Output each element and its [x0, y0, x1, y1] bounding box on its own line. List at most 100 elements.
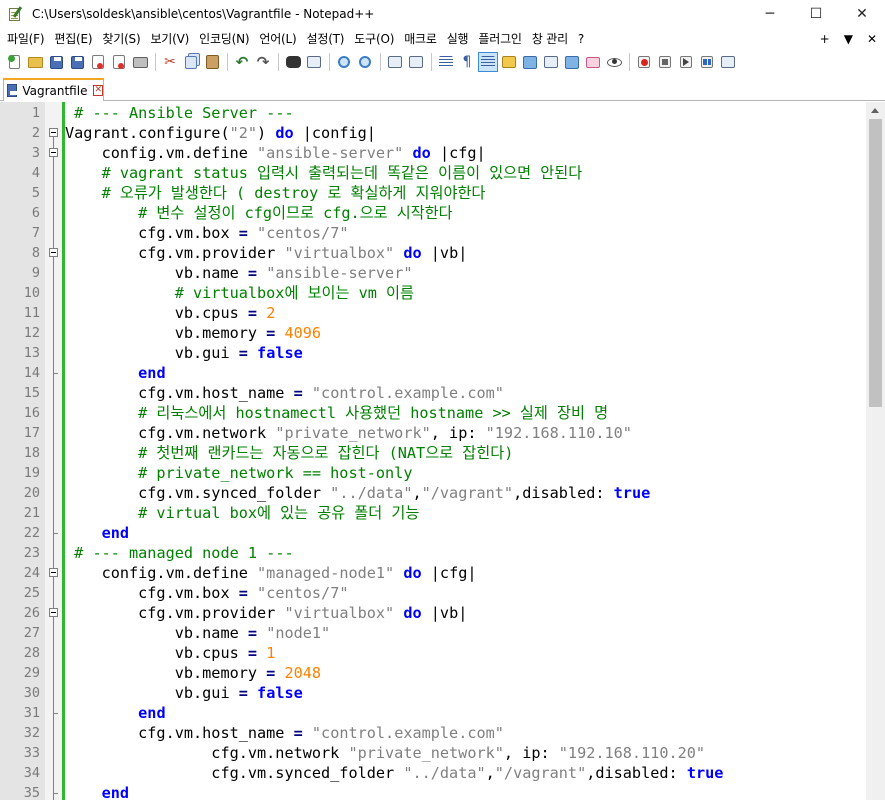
redo-button[interactable]: ↷	[253, 52, 273, 72]
macro-record-button[interactable]	[634, 52, 654, 72]
code-line[interactable]: cfg.vm.network "private_network", ip: "1…	[65, 743, 866, 763]
code-line[interactable]: vb.name = "node1"	[65, 623, 866, 643]
code-line[interactable]: end	[65, 783, 866, 800]
close-file-button[interactable]	[88, 52, 108, 72]
code-line[interactable]: cfg.vm.box = "centos/7"	[65, 583, 866, 603]
monitoring-button[interactable]	[604, 52, 624, 72]
code-line[interactable]: cfg.vm.host_name = "control.example.com"	[65, 723, 866, 743]
code-line[interactable]: # 리눅스에서 hostnamectl 사용했던 hostname >> 실제 …	[65, 403, 866, 423]
save-all-button[interactable]	[67, 52, 87, 72]
doc-map-button[interactable]	[520, 52, 540, 72]
replace-button[interactable]	[304, 52, 324, 72]
code-line[interactable]: vb.memory = 2048	[65, 663, 866, 683]
word-wrap-button[interactable]	[436, 52, 456, 72]
code-line[interactable]: # --- managed node 1 ---	[65, 543, 866, 563]
function-list-button[interactable]	[562, 52, 582, 72]
udl-button[interactable]	[499, 52, 519, 72]
show-all-chars-button[interactable]: ¶	[457, 52, 477, 72]
menu-help[interactable]: ?	[573, 29, 589, 49]
menu-file[interactable]: 파일(F)	[0, 29, 49, 49]
open-file-button[interactable]	[25, 52, 45, 72]
code-line[interactable]: config.vm.define "managed-node1" do |cfg…	[65, 563, 866, 583]
fold-toggle[interactable]	[49, 563, 58, 583]
scrollbar-thumb[interactable]	[869, 119, 882, 407]
code-line[interactable]: config.vm.define "ansible-server" do |cf…	[65, 143, 866, 163]
macro-run-multiple-button[interactable]	[697, 52, 717, 72]
zoom-out-button[interactable]	[355, 52, 375, 72]
code-line[interactable]: vb.gui = false	[65, 683, 866, 703]
code-line[interactable]: vb.name = "ansible-server"	[65, 263, 866, 283]
editor[interactable]: 1 2 3 4 5 6 7 8 9 10 11 12 13 14 15 16 17 18 19 20 21 22 23 24 2…	[0, 102, 885, 800]
code-line[interactable]: cfg.vm.network "private_network", ip: "1…	[65, 423, 866, 443]
code-line[interactable]: end	[65, 363, 866, 383]
paste-button[interactable]	[202, 52, 222, 72]
code-line[interactable]: end	[65, 703, 866, 723]
vertical-scrollbar[interactable]	[866, 102, 885, 800]
code-line[interactable]: vb.cpus = 1	[65, 643, 866, 663]
fold-toggle[interactable]	[49, 143, 58, 163]
print-button[interactable]	[130, 52, 150, 72]
menu-tab-list-button[interactable]: ▼	[844, 32, 853, 46]
code-line[interactable]: # virtual box에 있는 공유 폴더 기능	[65, 503, 866, 523]
macro-save-button[interactable]	[718, 52, 738, 72]
code-line[interactable]: # private_network == host-only	[65, 463, 866, 483]
code-line[interactable]: # 변수 설정이 cfg이므로 cfg.으로 시작한다	[65, 203, 866, 223]
menu-settings[interactable]: 설정(T)	[302, 29, 350, 49]
code-line[interactable]: end	[65, 523, 866, 543]
find-button[interactable]	[283, 52, 303, 72]
scroll-up-arrow-icon[interactable]	[871, 108, 879, 113]
menu-window[interactable]: 창 관리	[527, 29, 573, 49]
sync-horizontal-button[interactable]	[406, 52, 426, 72]
sync-vertical-button[interactable]	[385, 52, 405, 72]
fold-toggle[interactable]	[49, 243, 58, 263]
fold-toggle[interactable]	[49, 603, 58, 623]
menu-search[interactable]: 찾기(S)	[97, 29, 145, 49]
code-line[interactable]: cfg.vm.host_name = "control.example.com"	[65, 383, 866, 403]
fold-minus-icon[interactable]	[49, 568, 58, 577]
code-line[interactable]: vb.memory = 4096	[65, 323, 866, 343]
minimize-button[interactable]: ─	[747, 0, 793, 28]
code-area[interactable]: # --- Ansible Server --- Vagrant.configur…	[65, 102, 866, 800]
menu-edit[interactable]: 편집(E)	[49, 29, 97, 49]
folder-workspace-button[interactable]	[583, 52, 603, 72]
menu-run[interactable]: 실행	[442, 29, 474, 49]
macro-stop-button[interactable]	[655, 52, 675, 72]
fold-minus-icon[interactable]	[49, 608, 58, 617]
code-line[interactable]: cfg.vm.provider "virtualbox" do |vb|	[65, 603, 866, 623]
code-line[interactable]: vb.cpus = 2	[65, 303, 866, 323]
fold-minus-icon[interactable]	[49, 148, 58, 157]
code-line[interactable]: cfg.vm.synced_folder "../data","/vagrant…	[65, 483, 866, 503]
menu-encoding[interactable]: 인코딩(N)	[194, 29, 254, 49]
undo-button[interactable]: ↶	[232, 52, 252, 72]
copy-button[interactable]	[181, 52, 201, 72]
code-line[interactable]: cfg.vm.provider "virtualbox" do |vb|	[65, 243, 866, 263]
fold-minus-icon[interactable]	[49, 248, 58, 257]
fold-minus-icon[interactable]	[49, 128, 58, 137]
indent-guide-button[interactable]	[478, 52, 498, 72]
menu-plugins[interactable]: 플러그인	[473, 29, 526, 49]
tab-close-button[interactable]: ✕	[93, 85, 103, 96]
menu-macro[interactable]: 매크로	[399, 29, 442, 49]
code-line[interactable]: # vagrant status 입력시 출력되는데 똑같은 이름이 있으면 안…	[65, 163, 866, 183]
tab-vagrantfile[interactable]: Vagrantfile ✕	[3, 78, 104, 101]
fold-toggle[interactable]	[49, 123, 58, 143]
close-all-button[interactable]	[109, 52, 129, 72]
code-line[interactable]: # virtualbox에 보이는 vm 이름	[65, 283, 866, 303]
code-line[interactable]: Vagrant.configure("2") do |config|	[65, 123, 866, 143]
cut-button[interactable]: ✂	[160, 52, 180, 72]
menu-new-tab-button[interactable]: +	[820, 32, 830, 46]
menu-view[interactable]: 보기(V)	[145, 29, 194, 49]
menu-tools[interactable]: 도구(O)	[349, 29, 399, 49]
doc-list-button[interactable]	[541, 52, 561, 72]
save-button[interactable]	[46, 52, 66, 72]
menu-language[interactable]: 언어(L)	[254, 29, 301, 49]
macro-play-button[interactable]	[676, 52, 696, 72]
code-line[interactable]: # 첫번째 랜카드는 자동으로 잡힌다 (NAT으로 잡힌다)	[65, 443, 866, 463]
code-line[interactable]: vb.gui = false	[65, 343, 866, 363]
code-line[interactable]: # 오류가 발생한다 ( destroy 로 확실하게 지워야한다	[65, 183, 866, 203]
code-line[interactable]: cfg.vm.synced_folder "../data","/vagrant…	[65, 763, 866, 783]
code-line[interactable]: cfg.vm.box = "centos/7"	[65, 223, 866, 243]
new-file-button[interactable]	[4, 52, 24, 72]
menu-close-doc-button[interactable]: ✕	[867, 32, 877, 46]
maximize-button[interactable]: ☐	[793, 0, 839, 28]
